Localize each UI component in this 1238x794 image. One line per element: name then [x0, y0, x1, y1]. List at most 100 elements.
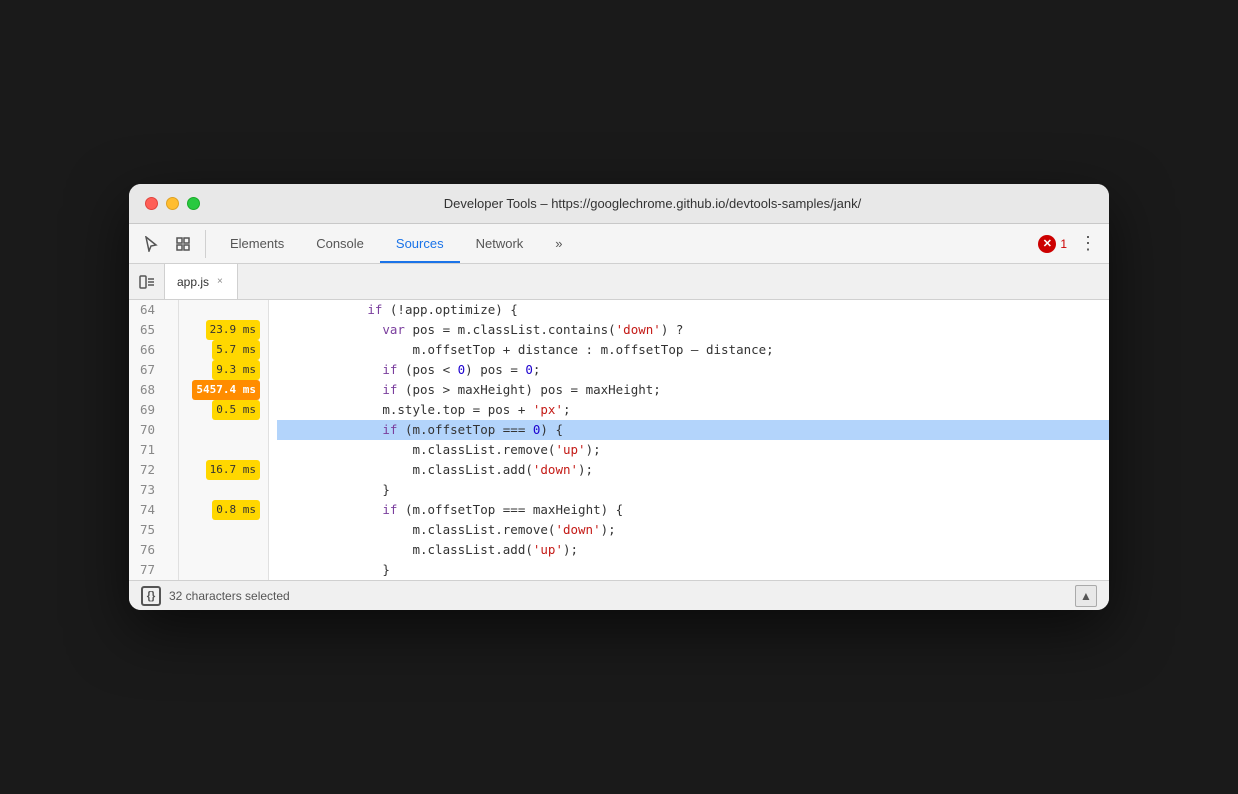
- line-number-row: 75: [129, 520, 178, 540]
- code-token: m.classList.remove(: [277, 520, 555, 540]
- code-line: m.classList.remove('down');: [277, 520, 1109, 540]
- code-line: m.classList.add('up');: [277, 540, 1109, 560]
- code-line: if (m.offsetTop === 0) {: [277, 420, 1109, 440]
- timing-cell: 5457.4 ms: [179, 380, 268, 400]
- code-line: var pos = m.classList.contains('down') ?: [277, 320, 1109, 340]
- timing-cell: 0.8 ms: [179, 500, 268, 520]
- code-line: if (pos < 0) pos = 0;: [277, 360, 1109, 380]
- code-token: 'down': [555, 520, 600, 540]
- code-token: if: [367, 300, 382, 320]
- code-token: pos = m.classList.contains(: [405, 320, 616, 340]
- line-number: 76: [129, 540, 159, 560]
- code-token: [277, 500, 382, 520]
- code-token: [277, 320, 382, 340]
- code-token: );: [601, 520, 616, 540]
- timing-cell: 16.7 ms: [179, 460, 268, 480]
- line-number: 77: [129, 560, 159, 580]
- tab-sources[interactable]: Sources: [380, 224, 460, 263]
- code-token: (pos <: [397, 360, 457, 380]
- code-line: if (m.offsetTop === maxHeight) {: [277, 500, 1109, 520]
- timing-cell: [179, 520, 268, 540]
- scroll-to-top-button[interactable]: ▲: [1075, 585, 1097, 607]
- code-token: );: [563, 540, 578, 560]
- error-count: 1: [1060, 237, 1067, 251]
- timing-badge: 9.3 ms: [212, 360, 260, 380]
- more-menu-button[interactable]: ⋮: [1075, 229, 1101, 258]
- code-token: 'up': [533, 540, 563, 560]
- line-number-row: 76: [129, 540, 178, 560]
- code-token: [277, 300, 367, 320]
- code-lines[interactable]: if (!app.optimize) { var pos = m.classLi…: [269, 300, 1109, 580]
- file-tab-close-button[interactable]: ×: [215, 274, 225, 289]
- timing-cell: [179, 480, 268, 500]
- code-token: m.classList.add(: [277, 460, 533, 480]
- maximize-button[interactable]: [187, 197, 200, 210]
- line-number: 75: [129, 520, 159, 540]
- code-token: m.classList.add(: [277, 540, 533, 560]
- pretty-print-icon[interactable]: {}: [141, 586, 161, 606]
- inspect-icon-button[interactable]: [169, 230, 197, 258]
- line-number: 65: [129, 320, 159, 340]
- code-token: );: [586, 440, 601, 460]
- code-token: [277, 360, 382, 380]
- timing-badge: 16.7 ms: [206, 460, 260, 480]
- timing-cell: [179, 560, 268, 580]
- code-line: m.style.top = pos + 'px';: [277, 400, 1109, 420]
- close-button[interactable]: [145, 197, 158, 210]
- tab-elements[interactable]: Elements: [214, 224, 300, 263]
- tab-network[interactable]: Network: [460, 224, 540, 263]
- toolbar: Elements Console Sources Network » ✕ 1 ⋮: [129, 224, 1109, 264]
- cursor-icon-button[interactable]: [137, 230, 165, 258]
- timing-cell: 5.7 ms: [179, 340, 268, 360]
- code-token: ;: [563, 400, 571, 420]
- line-numbers: 6465666768697071727374757677: [129, 300, 179, 580]
- timing-cell: 0.5 ms: [179, 400, 268, 420]
- code-line: m.classList.remove('up');: [277, 440, 1109, 460]
- line-number-row: 77: [129, 560, 178, 580]
- sidebar-toggle-button[interactable]: [129, 264, 165, 300]
- line-number: 70: [129, 420, 159, 440]
- code-token: m.style.top = pos +: [277, 400, 533, 420]
- line-number-row: 70: [129, 420, 178, 440]
- code-token: if: [382, 380, 397, 400]
- code-token: m.classList.remove(: [277, 440, 555, 460]
- line-number-row: 73: [129, 480, 178, 500]
- code-token: if: [382, 360, 397, 380]
- code-token: [277, 420, 382, 440]
- file-tab-appjs[interactable]: app.js ×: [165, 264, 238, 299]
- code-token: m.offsetTop + distance : m.offsetTop – d…: [277, 340, 774, 360]
- code-token: ) {: [540, 420, 563, 440]
- line-number: 74: [129, 500, 159, 520]
- status-text: 32 characters selected: [169, 589, 1067, 603]
- line-number: 73: [129, 480, 159, 500]
- code-token: ;: [533, 360, 541, 380]
- line-number: 72: [129, 460, 159, 480]
- timing-column: 23.9 ms5.7 ms9.3 ms5457.4 ms0.5 ms 16.7 m…: [179, 300, 269, 580]
- timing-cell: [179, 420, 268, 440]
- file-tab-name: app.js: [177, 275, 209, 289]
- tab-list: Elements Console Sources Network »: [214, 224, 1038, 263]
- minimize-button[interactable]: [166, 197, 179, 210]
- title-bar: Developer Tools – https://googlechrome.g…: [129, 184, 1109, 224]
- code-line: m.classList.add('down');: [277, 460, 1109, 480]
- code-token: 'px': [533, 400, 563, 420]
- code-token: 'up': [555, 440, 585, 460]
- traffic-lights: [145, 197, 200, 210]
- error-icon: ✕: [1038, 235, 1056, 253]
- timing-badge: 5457.4 ms: [192, 380, 260, 400]
- timing-cell: [179, 440, 268, 460]
- code-token: }: [277, 480, 390, 500]
- line-number: 68: [129, 380, 159, 400]
- line-number-row: 72: [129, 460, 178, 480]
- line-number-row: 74: [129, 500, 178, 520]
- code-token: (pos > maxHeight) pos = maxHeight;: [397, 380, 660, 400]
- status-bar: {} 32 characters selected ▲: [129, 580, 1109, 610]
- line-number: 69: [129, 400, 159, 420]
- code-token: 0: [458, 360, 466, 380]
- toolbar-right: ✕ 1 ⋮: [1038, 229, 1101, 258]
- timing-cell: 23.9 ms: [179, 320, 268, 340]
- tab-more[interactable]: »: [539, 224, 578, 263]
- code-line: if (!app.optimize) {: [277, 300, 1109, 320]
- timing-badge: 23.9 ms: [206, 320, 260, 340]
- tab-console[interactable]: Console: [300, 224, 380, 263]
